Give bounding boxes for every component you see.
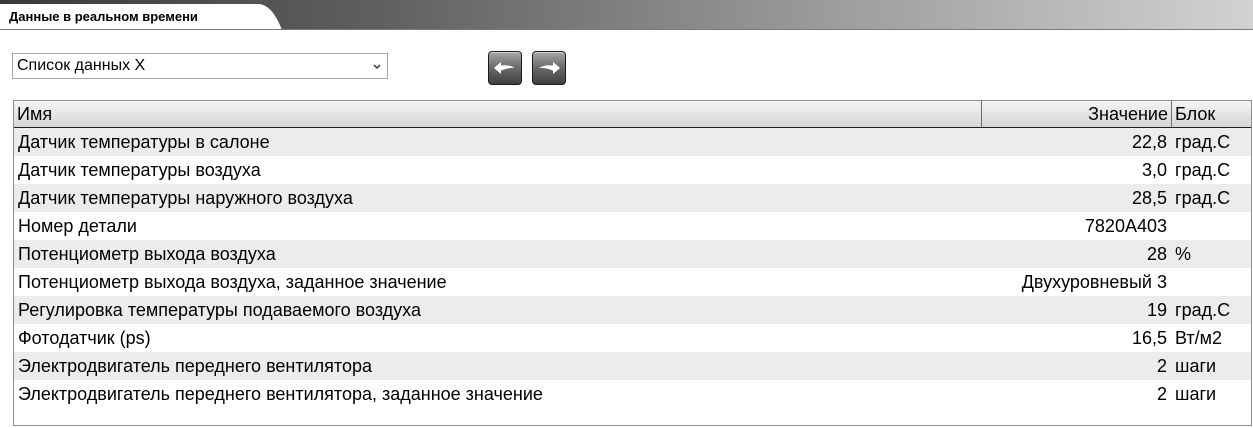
- tab-strip: Данные в реальном времени: [0, 0, 1253, 30]
- row-unit: град.С: [1175, 188, 1231, 208]
- row-value: 3,0: [1141, 160, 1167, 180]
- row-name: Электродвигатель переднего вентилятора: [18, 356, 372, 376]
- table-row[interactable]: Регулировка температуры подаваемого возд…: [14, 296, 1251, 324]
- row-name: Датчик температуры в салоне: [18, 132, 270, 152]
- arrow-right-icon: [539, 62, 560, 74]
- row-unit: град.С: [1175, 300, 1231, 320]
- forward-button[interactable]: [532, 51, 566, 85]
- row-name: Датчик температуры наружного воздуха: [18, 188, 353, 208]
- table-body: Датчик температуры в салоне 22,8 град.С …: [14, 128, 1251, 408]
- row-value: 2: [1156, 356, 1167, 376]
- row-unit: [1173, 212, 1251, 240]
- table-row[interactable]: Датчик температуры наружного воздуха 28,…: [14, 184, 1251, 212]
- chevron-down-icon: [373, 64, 381, 70]
- row-name: Регулировка температуры подаваемого возд…: [18, 300, 421, 320]
- table-row[interactable]: Электродвигатель переднего вентилятора 2…: [14, 352, 1251, 380]
- row-unit: шаги: [1175, 356, 1217, 376]
- arrow-left-icon: [494, 62, 515, 74]
- table-row[interactable]: Потенциометр выхода воздуха, заданное зн…: [14, 268, 1251, 296]
- row-name: Потенциометр выхода воздуха, заданное зн…: [18, 272, 447, 292]
- row-value: 19: [1146, 300, 1167, 320]
- row-value: 28: [1146, 244, 1167, 264]
- table-row[interactable]: Номер детали 7820A403: [14, 212, 1251, 240]
- table-row[interactable]: Потенциометр выхода воздуха 28 %: [14, 240, 1251, 268]
- row-unit: [1173, 268, 1251, 296]
- tab-underline: [0, 29, 1253, 30]
- row-name: Датчик температуры воздуха: [18, 160, 261, 180]
- row-unit: %: [1175, 244, 1192, 264]
- row-value: 16,5: [1131, 328, 1167, 348]
- data-list-select-value: Список данных X: [17, 57, 146, 74]
- table-row[interactable]: Фотодатчик (ps) 16,5 Вт/м2: [14, 324, 1251, 352]
- row-value: 7820A403: [1084, 216, 1167, 236]
- column-header-name[interactable]: Имя: [17, 101, 977, 127]
- row-value: 28,5: [1131, 188, 1167, 208]
- row-value: Двухуровневый 3: [1021, 272, 1167, 292]
- row-unit: Вт/м2: [1175, 328, 1223, 348]
- column-header-value[interactable]: Значение: [982, 101, 1168, 127]
- row-name: Номер детали: [18, 216, 137, 236]
- row-unit: шаги: [1175, 384, 1217, 404]
- table-row[interactable]: Датчик температуры воздуха 3,0 град.С: [14, 156, 1251, 184]
- table-row[interactable]: Электродвигатель переднего вентилятора, …: [14, 380, 1251, 408]
- row-name: Электродвигатель переднего вентилятора, …: [18, 384, 543, 404]
- row-name: Потенциометр выхода воздуха: [18, 244, 276, 264]
- row-unit: град.С: [1175, 160, 1231, 180]
- column-separator[interactable]: [1171, 101, 1172, 127]
- back-button[interactable]: [488, 51, 522, 85]
- tab-realtime-data[interactable]: Данные в реальном времени: [9, 9, 198, 24]
- data-list-select[interactable]: Список данных X: [12, 53, 388, 79]
- row-unit: град.С: [1175, 132, 1231, 152]
- table-row[interactable]: Датчик температуры в салоне 22,8 град.С: [14, 128, 1251, 156]
- column-header-unit[interactable]: Блок: [1173, 101, 1251, 127]
- row-value: 22,8: [1131, 132, 1167, 152]
- row-name: Фотодатчик (ps): [18, 328, 151, 348]
- realtime-data-table: Имя Значение Блок Датчик температуры в с…: [13, 100, 1252, 426]
- table-header: Имя Значение Блок: [14, 101, 1251, 128]
- row-value: 2: [1156, 384, 1167, 404]
